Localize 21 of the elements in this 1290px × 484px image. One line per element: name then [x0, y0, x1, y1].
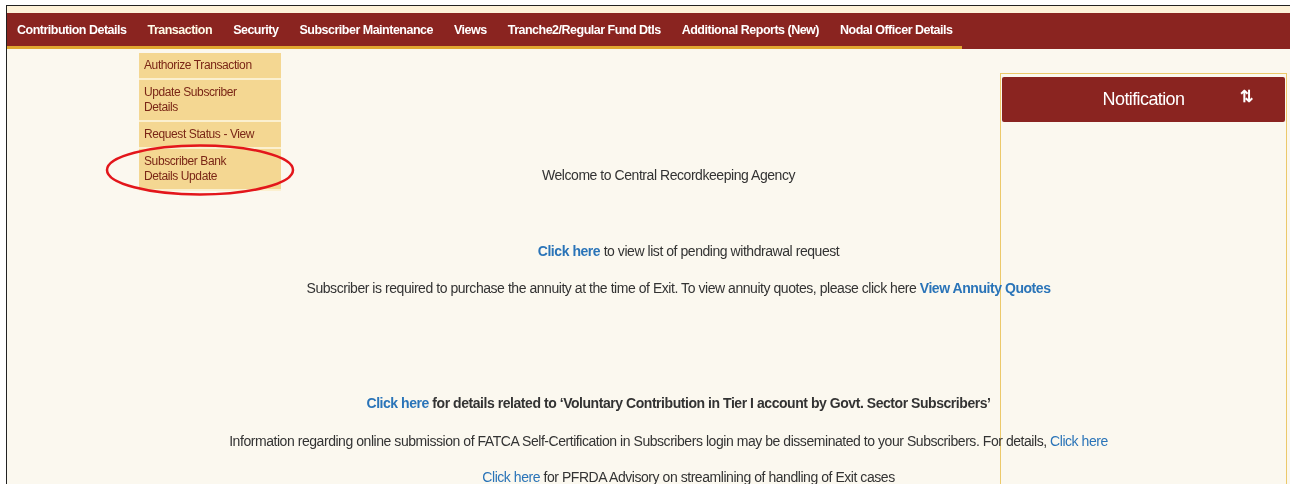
link[interactable]: Click here: [482, 469, 541, 484]
menu-item[interactable]: Nodal Officer Details: [840, 22, 953, 37]
menu-item[interactable]: Security: [233, 22, 279, 37]
message-text: Welcome to Central Recordkeeping Agency: [542, 166, 795, 184]
message-text: Click here for PFRDA Advisory on streamlining of handling of Exit cases: [482, 468, 895, 484]
message-text: Click here for details related to ‘Voluntary Contribution in Tier I account by Govt. Sector Subscribers’: [366, 394, 991, 412]
link[interactable]: Click here: [537, 243, 601, 259]
dropdown-item[interactable]: Update Subscriber Details: [139, 80, 281, 120]
link[interactable]: Click here: [1050, 433, 1108, 449]
message-text: Click here to view list of pending withdrawal request: [537, 242, 840, 260]
dropdown-item[interactable]: Authorize Transaction: [139, 53, 281, 78]
menu-item[interactable]: Additional Reports (New): [681, 22, 819, 37]
menu-item[interactable]: Tranche2/Regular Fund Dtls: [507, 22, 661, 37]
menu-item[interactable]: Contribution Details: [17, 22, 127, 37]
menu-item[interactable]: Transaction: [147, 22, 213, 37]
menu-item[interactable]: Subscriber Maintenance: [299, 22, 433, 37]
dropdown-item[interactable]: Request Status - View: [139, 122, 281, 147]
link[interactable]: Click here: [366, 395, 429, 411]
sort-icon[interactable]: ⇅: [1240, 87, 1253, 106]
panel-title: Notification: [1102, 89, 1185, 110]
menu-item[interactable]: Views: [453, 22, 487, 37]
